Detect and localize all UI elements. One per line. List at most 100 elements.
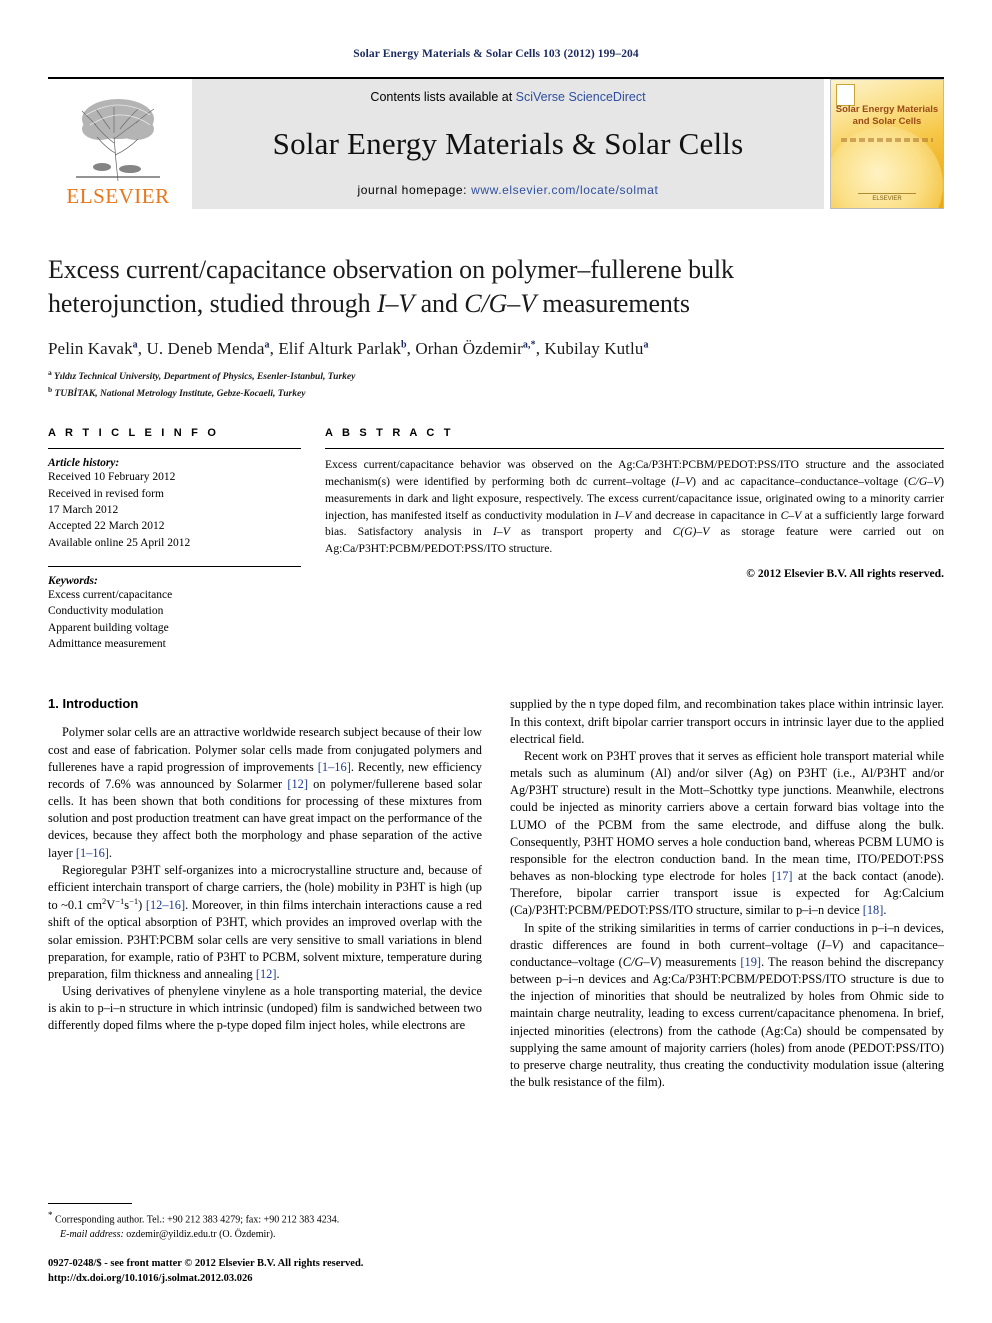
title-line-2a: heterojunction, studied through xyxy=(48,288,377,318)
history-item: Accepted 22 March 2012 xyxy=(48,520,165,533)
citation-ref[interactable]: [1–16] xyxy=(76,846,109,860)
journal-title: Solar Energy Materials & Solar Cells xyxy=(272,125,744,161)
journal-masthead: ELSEVIER Contents lists available at Sci… xyxy=(48,77,944,209)
left-column: 1. Introduction Polymer solar cells are … xyxy=(48,696,482,1286)
cover-footer-bar xyxy=(858,193,916,194)
affiliation: b TUBİTAK, National Metrology Institute,… xyxy=(48,385,944,402)
cover-footer: ELSEVIER xyxy=(831,193,943,202)
imprint-block: 0927-0248/$ - see front matter © 2012 El… xyxy=(48,1256,482,1286)
masthead-center: Contents lists available at SciVerse Sci… xyxy=(192,79,824,209)
title-italic-iv: I–V xyxy=(376,288,415,318)
author-affil-marker: a,* xyxy=(522,338,536,350)
page-title: Excess current/capacitance observation o… xyxy=(48,253,944,321)
keyword-item: Apparent building voltage xyxy=(48,621,169,634)
issn-line: 0927-0248/$ - see front matter © 2012 El… xyxy=(48,1257,364,1269)
author: Pelin Kavaka xyxy=(48,339,138,358)
corresponding-author-note: * Corresponding author. Tel.: +90 212 38… xyxy=(48,1209,482,1228)
section-title-introduction: 1. Introduction xyxy=(48,696,139,712)
citation-ref[interactable]: [19] xyxy=(740,955,761,969)
abstract-part-italic: C(G)–V xyxy=(672,525,710,539)
right-column: supplied by the n type doped film, and r… xyxy=(510,696,944,1286)
article-history-block: Article history: Received 10 February 20… xyxy=(48,457,301,557)
cover-footer-label: ELSEVIER xyxy=(872,196,902,202)
abstract-part: ) and ac capacitance–conductance–voltage… xyxy=(692,475,908,489)
affiliation-text: TUBİTAK, National Metrology Institute, G… xyxy=(54,388,306,399)
author: Kubilay Kutlua xyxy=(544,339,648,358)
keyword-item: Admittance measurement xyxy=(48,638,166,651)
citation-ref[interactable]: [12] xyxy=(287,777,308,791)
title-italic-cgv: C/G–V xyxy=(464,288,536,318)
citation-ref[interactable]: [12–16] xyxy=(146,898,185,912)
elsevier-wordmark: ELSEVIER xyxy=(66,184,170,208)
title-line-2b: and xyxy=(414,288,465,318)
doi-line[interactable]: http://dx.doi.org/10.1016/j.solmat.2012.… xyxy=(48,1271,482,1286)
paragraph: In spite of the striking similarities in… xyxy=(510,920,944,1090)
citation-ref[interactable]: [1–16] xyxy=(318,760,351,774)
cover-divider xyxy=(841,138,933,142)
author-name: Orhan Özdemir xyxy=(415,338,523,358)
title-block: Excess current/capacitance observation o… xyxy=(48,253,944,401)
history-item: Received in revised form xyxy=(48,487,164,500)
info-abstract-row: A R T I C L E I N F O Article history: R… xyxy=(48,427,944,652)
elsevier-logo: ELSEVIER xyxy=(48,79,188,209)
footnote-zone: * Corresponding author. Tel.: +90 212 38… xyxy=(48,1203,482,1286)
journal-homepage-line: journal homepage: www.elsevier.com/locat… xyxy=(358,183,659,197)
keyword-item: Conductivity modulation xyxy=(48,605,164,618)
paper-page: Solar Energy Materials & Solar Cells 103… xyxy=(0,0,992,1323)
affiliation-marker: b xyxy=(48,384,53,394)
email-value[interactable]: ozdemir@yildiz.edu.tr (O. Özdemir). xyxy=(126,1229,275,1240)
divider xyxy=(48,566,301,568)
contents-available-line: Contents lists available at SciVerse Sci… xyxy=(370,90,645,104)
email-label: E-mail address: xyxy=(60,1228,124,1240)
citation-ref[interactable]: [18] xyxy=(863,903,884,917)
author-affil-marker: a xyxy=(643,338,649,350)
abstract-copyright: © 2012 Elsevier B.V. All rights reserved… xyxy=(746,566,944,580)
paragraph: supplied by the n type doped film, and r… xyxy=(510,697,944,746)
cover-elsevier-mark-icon xyxy=(836,84,855,106)
author-list: Pelin Kavaka, U. Deneb Mendaa, Elif Altu… xyxy=(48,339,944,359)
article-info-heading: A R T I C L E I N F O xyxy=(48,427,220,440)
affiliation-marker: a xyxy=(48,367,52,377)
journal-homepage-link[interactable]: www.elsevier.com/locate/solmat xyxy=(471,183,658,197)
affiliation-text: Yıldız Technical University, Department … xyxy=(53,371,356,382)
paragraph: Regioregular P3HT self-organizes into a … xyxy=(48,862,482,981)
cover-title-line1: Solar Energy Materials xyxy=(835,104,939,115)
keyword-item: Excess current/capacitance xyxy=(48,589,173,602)
keywords-label: Keywords: xyxy=(48,575,98,588)
author-sep: , xyxy=(269,338,279,358)
sciencedirect-link[interactable]: SciVerse ScienceDirect xyxy=(516,90,646,104)
divider xyxy=(325,448,944,450)
cover-title-line2: and Solar Cells xyxy=(852,115,922,127)
keywords-block: Keywords: Excess current/capacitance Con… xyxy=(48,575,301,652)
paragraph: Polymer solar cells are an attractive wo… xyxy=(48,725,483,860)
history-item: 17 March 2012 xyxy=(48,504,119,517)
body-columns: 1. Introduction Polymer solar cells are … xyxy=(48,696,944,1286)
author: U. Deneb Mendaa xyxy=(146,339,269,358)
history-item: Available online 25 April 2012 xyxy=(48,536,191,549)
email-note: E-mail address: ozdemir@yildiz.edu.tr (O… xyxy=(48,1228,482,1242)
corresponding-author-text: Corresponding author. Tel.: +90 212 383 … xyxy=(55,1214,340,1226)
divider xyxy=(48,448,301,450)
abstract-part: and decrease in capacitance in xyxy=(631,508,781,522)
abstract-part-italic: C/G–V xyxy=(907,475,941,489)
abstract-part: as transport property and xyxy=(509,525,673,539)
history-item: Received 10 February 2012 xyxy=(48,471,176,484)
author-name: Elif Alturk Parlak xyxy=(278,338,401,358)
citation-ref[interactable]: [12] xyxy=(256,967,277,981)
author-name: U. Deneb Menda xyxy=(146,338,265,358)
article-info-column: A R T I C L E I N F O Article history: R… xyxy=(48,427,301,652)
abstract-heading: A B S T R A C T xyxy=(325,427,454,440)
title-line-2c: measurements xyxy=(536,288,690,318)
paragraph: Recent work on P3HT proves that it serve… xyxy=(510,748,944,918)
asterisk-icon: * xyxy=(48,1210,53,1221)
citation-ref[interactable]: [17] xyxy=(772,869,793,883)
author-name: Kubilay Kutlu xyxy=(544,338,644,358)
journal-cover-thumbnail: Solar Energy Materials and Solar Cells E… xyxy=(830,79,944,209)
title-line-1: Excess current/capacitance observation o… xyxy=(48,255,734,284)
abstract-part-italic: C–V xyxy=(780,508,802,522)
abstract-part-italic: I–V xyxy=(614,508,632,522)
abstract-part-italic: I–V xyxy=(675,475,693,489)
author-name: Pelin Kavak xyxy=(48,338,133,358)
running-head: Solar Energy Materials & Solar Cells 103… xyxy=(353,48,639,60)
affiliation: a Yıldız Technical University, Departmen… xyxy=(48,368,944,385)
